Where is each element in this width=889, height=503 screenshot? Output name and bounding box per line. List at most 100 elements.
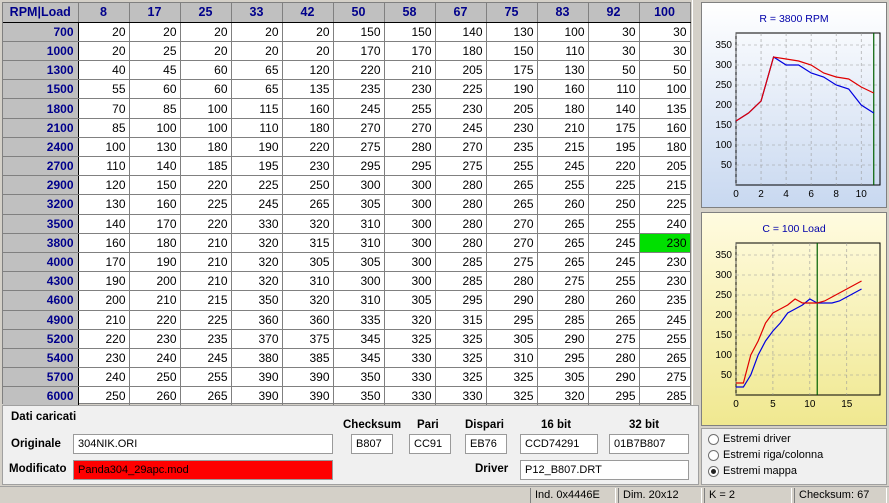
map-cell[interactable]: 255 <box>639 329 691 349</box>
map-cell[interactable]: 385 <box>282 348 334 369</box>
map-cell[interactable]: 300 <box>384 214 436 234</box>
map-cell[interactable]: 265 <box>537 233 589 253</box>
map-cell[interactable]: 70 <box>78 98 130 119</box>
map-cell[interactable]: 180 <box>129 233 181 253</box>
map-cell[interactable]: 330 <box>384 367 436 388</box>
map-cell[interactable]: 280 <box>435 175 487 196</box>
map-cell[interactable]: 130 <box>537 60 589 81</box>
map-cell[interactable]: 130 <box>78 194 130 215</box>
map-cell[interactable]: 265 <box>537 252 589 273</box>
map-cell[interactable]: 225 <box>180 310 232 330</box>
map-cell[interactable]: 160 <box>537 79 589 100</box>
dispari-field[interactable]: EB76 <box>465 434 507 454</box>
checksum-field[interactable]: B807 <box>351 434 393 454</box>
map-cell[interactable]: 85 <box>78 118 130 138</box>
map-cell[interactable]: 140 <box>78 214 130 234</box>
map-cell[interactable]: 270 <box>435 137 487 158</box>
map-cell[interactable]: 115 <box>231 98 283 119</box>
map-cell[interactable]: 235 <box>639 290 691 311</box>
map-cell[interactable]: 230 <box>384 79 436 100</box>
map-cell[interactable]: 210 <box>180 271 232 292</box>
map-cell[interactable]: 285 <box>435 252 487 273</box>
map-cell[interactable]: 180 <box>639 137 691 158</box>
map-cell[interactable]: 350 <box>333 386 385 407</box>
map-cell[interactable]: 280 <box>486 271 538 292</box>
map-cell[interactable]: 280 <box>435 214 487 234</box>
map-cell[interactable]: 280 <box>435 194 487 215</box>
map-cell[interactable]: 20 <box>78 22 130 42</box>
map-cell[interactable]: 245 <box>231 194 283 215</box>
map-cell[interactable]: 330 <box>435 386 487 407</box>
map-cell[interactable]: 110 <box>231 118 283 138</box>
map-cell[interactable]: 285 <box>639 386 691 407</box>
map-cell[interactable]: 190 <box>78 271 130 292</box>
driver-field[interactable]: P12_B807.DRT <box>520 460 689 480</box>
map-cell[interactable]: 255 <box>384 98 436 119</box>
map-cell[interactable]: 160 <box>639 118 691 138</box>
map-cell[interactable]: 30 <box>588 22 640 42</box>
pari-field[interactable]: CC91 <box>409 434 451 454</box>
map-cell[interactable]: 120 <box>78 175 130 196</box>
map-cell[interactable]: 265 <box>588 310 640 330</box>
map-cell[interactable]: 150 <box>333 22 385 42</box>
map-cell[interactable]: 225 <box>435 79 487 100</box>
modified-field[interactable]: Panda304_29apc.mod <box>73 460 333 480</box>
map-cell[interactable]: 275 <box>333 137 385 158</box>
map-cell[interactable]: 280 <box>384 137 436 158</box>
map-cell[interactable]: 295 <box>588 386 640 407</box>
radio-estremi-riga-colonna[interactable]: Estremi riga/colonna <box>708 449 823 461</box>
map-cell[interactable]: 180 <box>537 98 589 119</box>
map-cell[interactable]: 100 <box>639 79 691 100</box>
map-cell[interactable]: 210 <box>180 233 232 253</box>
map-cell[interactable]: 255 <box>588 214 640 234</box>
map-cell[interactable]: 390 <box>231 386 283 407</box>
map-cell[interactable]: 215 <box>537 137 589 158</box>
map-cell[interactable]: 255 <box>180 367 232 388</box>
bit32-field[interactable]: 01B7B807 <box>609 434 689 454</box>
map-cell[interactable]: 295 <box>486 310 538 330</box>
map-cell[interactable]: 245 <box>180 348 232 369</box>
map-cell[interactable]: 50 <box>588 60 640 81</box>
map-cell[interactable]: 220 <box>129 310 181 330</box>
map-cell[interactable]: 30 <box>639 22 691 42</box>
map-cell[interactable]: 370 <box>231 329 283 349</box>
map-cell[interactable]: 160 <box>129 194 181 215</box>
map-cell[interactable]: 55 <box>78 79 130 100</box>
map-cell[interactable]: 255 <box>588 271 640 292</box>
map-cell[interactable]: 255 <box>486 156 538 177</box>
map-cell[interactable]: 240 <box>639 214 691 234</box>
map-cell[interactable]: 230 <box>78 348 130 369</box>
map-cell[interactable]: 20 <box>78 41 130 62</box>
map-cell[interactable]: 140 <box>435 22 487 42</box>
map-cell[interactable]: 160 <box>78 233 130 253</box>
map-cell[interactable]: 300 <box>384 252 436 273</box>
map-cell[interactable]: 225 <box>639 194 691 215</box>
map-cell[interactable]: 100 <box>129 118 181 138</box>
map-cell[interactable]: 275 <box>435 156 487 177</box>
map-cell[interactable]: 320 <box>231 271 283 292</box>
map-cell[interactable]: 60 <box>129 79 181 100</box>
map-cell[interactable]: 20 <box>180 22 232 42</box>
map-cell[interactable]: 245 <box>588 233 640 253</box>
map-cell[interactable]: 190 <box>129 252 181 273</box>
map-cell[interactable]: 335 <box>333 310 385 330</box>
map-cell[interactable]: 300 <box>333 271 385 292</box>
map-cell[interactable]: 225 <box>588 175 640 196</box>
map-cell[interactable]: 300 <box>384 175 436 196</box>
map-cell[interactable]: 110 <box>537 41 589 62</box>
map-cell[interactable]: 230 <box>639 233 691 253</box>
map-cell[interactable]: 300 <box>384 233 436 253</box>
map-cell[interactable]: 210 <box>129 290 181 311</box>
radio-circle[interactable] <box>708 449 719 461</box>
map-cell[interactable]: 240 <box>129 348 181 369</box>
map-cell[interactable]: 325 <box>486 386 538 407</box>
map-cell[interactable]: 225 <box>180 194 232 215</box>
map-cell[interactable]: 330 <box>231 214 283 234</box>
map-cell[interactable]: 100 <box>180 98 232 119</box>
map-cell[interactable]: 20 <box>282 41 334 62</box>
map-cell[interactable]: 200 <box>78 290 130 311</box>
map-cell[interactable]: 230 <box>639 252 691 273</box>
map-cell[interactable]: 200 <box>129 271 181 292</box>
radio-estremi-driver[interactable]: Estremi driver <box>708 433 791 445</box>
map-cell[interactable]: 305 <box>333 252 385 273</box>
